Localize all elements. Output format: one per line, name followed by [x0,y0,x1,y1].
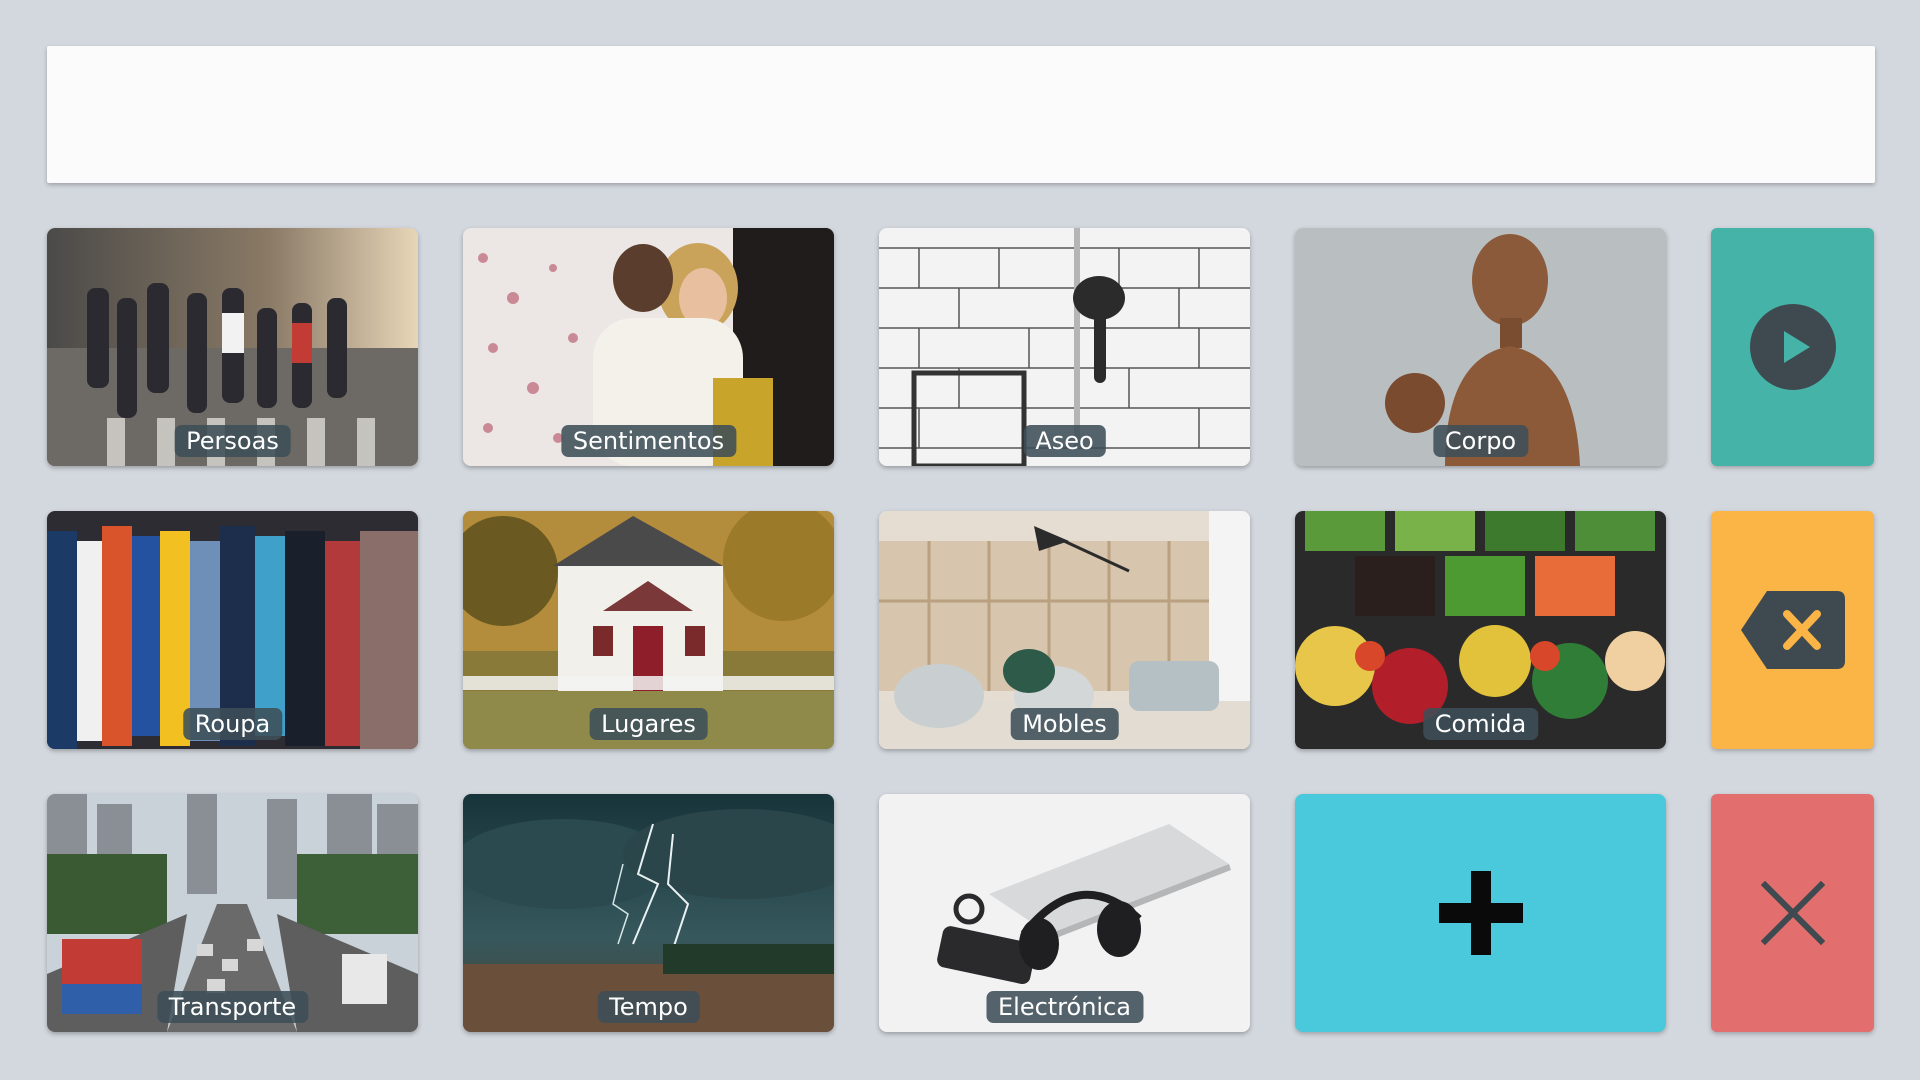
tile-label: Corpo [1432,425,1529,457]
backspace-icon [1740,591,1845,669]
category-tile-electronica[interactable]: Electrónica [879,794,1250,1032]
tile-label: Comida [1422,708,1539,740]
add-button[interactable] [1295,794,1666,1032]
category-tile-aseo[interactable]: Aseo [879,228,1250,466]
category-tile-comida[interactable]: Comida [1295,511,1666,749]
clear-button[interactable] [1711,794,1874,1032]
tile-label: Persoas [174,425,291,457]
category-tile-roupa[interactable]: Roupa [47,511,418,749]
category-tile-corpo[interactable]: Corpo [1295,228,1666,466]
tile-label: Mobles [1010,708,1119,740]
play-button[interactable] [1711,228,1874,466]
plus-icon [1438,871,1523,955]
play-icon [1749,304,1836,390]
tile-label: Electrónica [985,991,1144,1023]
tile-label: Aseo [1023,425,1106,457]
category-tile-lugares[interactable]: Lugares [463,511,834,749]
backspace-button[interactable] [1711,511,1874,749]
tile-label: Transporte [156,991,309,1023]
tile-label: Tempo [597,991,700,1023]
category-tile-transporte[interactable]: Transporte [47,794,418,1032]
category-tile-sentimentos[interactable]: Sentimentos [463,228,834,466]
category-tile-mobles[interactable]: Mobles [879,511,1250,749]
close-icon [1760,881,1825,945]
tile-label: Lugares [589,708,708,740]
category-tile-persoas[interactable]: Persoas [47,228,418,466]
tile-label: Roupa [182,708,283,740]
tile-label: Sentimentos [560,425,737,457]
category-tile-tempo[interactable]: Tempo [463,794,834,1032]
output-bar[interactable] [47,46,1875,183]
